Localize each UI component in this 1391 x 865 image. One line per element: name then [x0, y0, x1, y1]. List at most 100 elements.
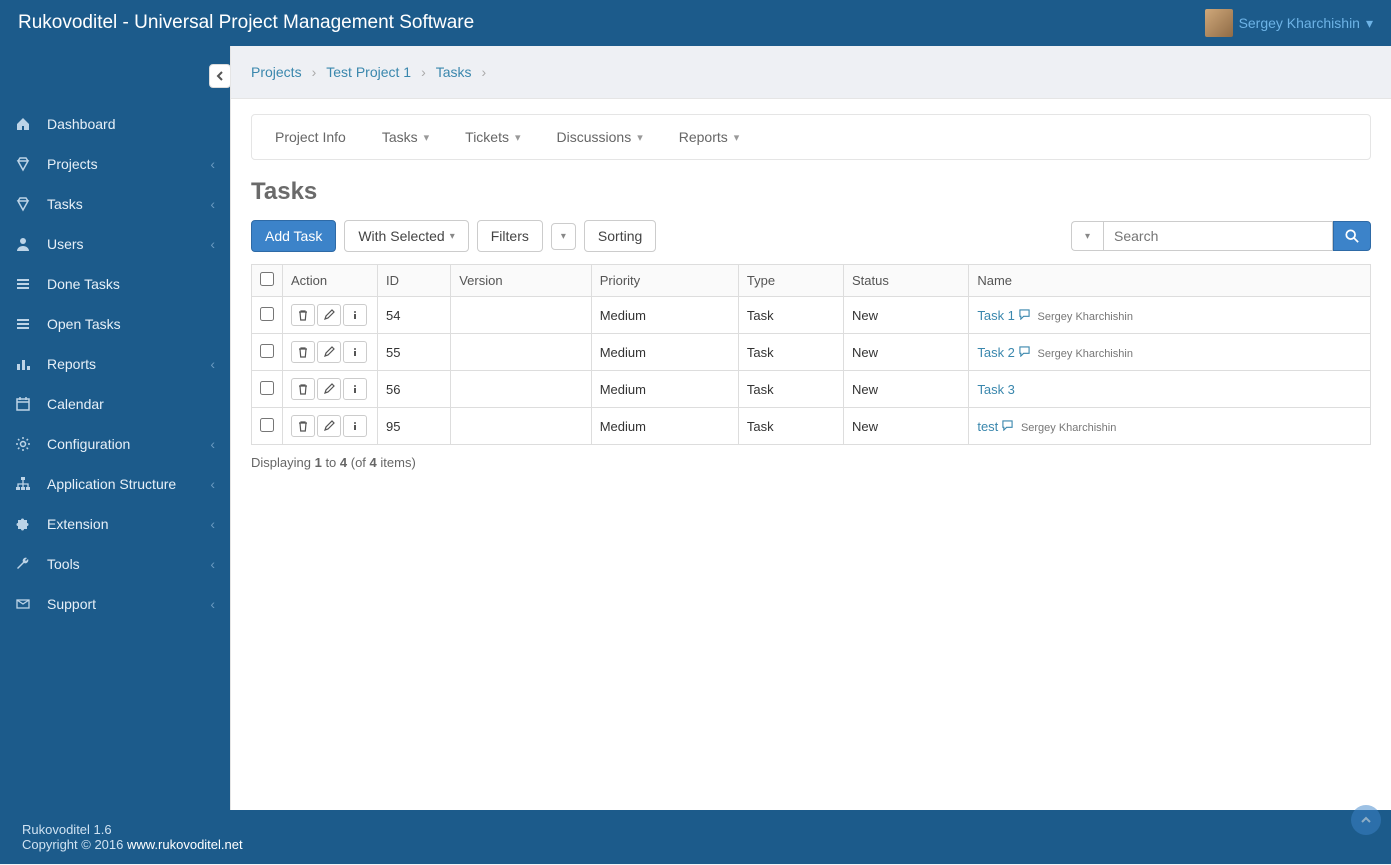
breadcrumb-link[interactable]: Projects: [251, 64, 302, 80]
table-row: 56MediumTaskNewTask 3: [252, 371, 1371, 408]
footer: Rukovoditel 1.6 Copyright © 2016 www.ruk…: [0, 810, 1391, 864]
scroll-top-button[interactable]: [1351, 805, 1381, 835]
table-row: 55MediumTaskNewTask 2 Sergey Kharchishin: [252, 334, 1371, 371]
column-header[interactable]: Type: [738, 265, 843, 297]
filters-dropdown-button[interactable]: ▾: [551, 223, 576, 250]
sidebar-item-dashboard[interactable]: Dashboard: [0, 104, 230, 144]
tab-project-info[interactable]: Project Info: [257, 115, 364, 159]
cell-type: Task: [738, 334, 843, 371]
sidebar-toggle[interactable]: [209, 64, 231, 88]
chevron-left-icon: [216, 71, 224, 81]
tab-tasks[interactable]: Tasks ▾: [364, 115, 447, 159]
info-button[interactable]: [343, 304, 367, 326]
cell-name: Task 1 Sergey Kharchishin: [969, 297, 1371, 334]
column-header[interactable]: Version: [451, 265, 591, 297]
filters-button[interactable]: Filters: [477, 220, 543, 252]
sidebar-item-done-tasks[interactable]: Done Tasks: [0, 264, 230, 304]
edit-button[interactable]: [317, 341, 341, 363]
calendar-icon: [15, 396, 37, 412]
search-button[interactable]: [1333, 221, 1371, 251]
row-checkbox[interactable]: [260, 344, 274, 358]
chevron-left-icon: ‹: [210, 236, 215, 252]
chevron-down-icon: ▾: [515, 131, 521, 144]
delete-button[interactable]: [291, 304, 315, 326]
cell-name: Task 3: [969, 371, 1371, 408]
task-link[interactable]: Task 3: [977, 382, 1015, 397]
sidebar-item-open-tasks[interactable]: Open Tasks: [0, 304, 230, 344]
user-name: Sergey Kharchishin: [1239, 15, 1360, 31]
chevron-left-icon: ‹: [210, 156, 215, 172]
comment-icon[interactable]: [1002, 420, 1013, 434]
sidebar-item-label: Open Tasks: [47, 316, 121, 332]
row-checkbox[interactable]: [260, 307, 274, 321]
sidebar-item-label: Tasks: [47, 196, 83, 212]
task-link[interactable]: test: [977, 419, 998, 434]
sidebar-item-tools[interactable]: Tools‹: [0, 544, 230, 584]
delete-button[interactable]: [291, 341, 315, 363]
breadcrumb-link[interactable]: Tasks: [436, 64, 472, 80]
chevron-down-icon: ▾: [734, 131, 740, 144]
search-scope-select[interactable]: ▾: [1071, 221, 1103, 251]
column-header[interactable]: Name: [969, 265, 1371, 297]
sidebar-item-extension[interactable]: Extension‹: [0, 504, 230, 544]
edit-button[interactable]: [317, 378, 341, 400]
delete-button[interactable]: [291, 378, 315, 400]
comment-icon[interactable]: [1019, 346, 1030, 360]
sidebar: DashboardProjects‹Tasks‹Users‹Done Tasks…: [0, 46, 230, 810]
select-all-checkbox[interactable]: [260, 272, 274, 286]
sorting-button[interactable]: Sorting: [584, 220, 656, 252]
edit-button[interactable]: [317, 415, 341, 437]
add-task-button[interactable]: Add Task: [251, 220, 336, 252]
sidebar-item-projects[interactable]: Projects ‹: [0, 144, 230, 184]
sidebar-item-tasks[interactable]: Tasks ‹: [0, 184, 230, 224]
edit-button[interactable]: [317, 304, 341, 326]
sidebar-item-support[interactable]: Support‹: [0, 584, 230, 624]
subtabs: Project InfoTasks ▾Tickets ▾Discussions …: [251, 114, 1371, 160]
author-name: Sergey Kharchishin: [1038, 311, 1133, 323]
search-input[interactable]: [1103, 221, 1333, 251]
breadcrumb-link[interactable]: Test Project 1: [326, 64, 411, 80]
sidebar-item-configuration[interactable]: Configuration‹: [0, 424, 230, 464]
sidebar-item-calendar[interactable]: Calendar: [0, 384, 230, 424]
task-link[interactable]: Task 2: [977, 345, 1015, 360]
home-icon: [15, 116, 37, 132]
row-checkbox[interactable]: [260, 418, 274, 432]
table-row: 95MediumTaskNewtest Sergey Kharchishin: [252, 408, 1371, 445]
cell-version: [451, 408, 591, 445]
column-header[interactable]: Priority: [591, 265, 738, 297]
comment-icon[interactable]: [1019, 309, 1030, 323]
info-button[interactable]: [343, 378, 367, 400]
chevron-right-icon: ›: [421, 64, 426, 80]
sidebar-item-users[interactable]: Users‹: [0, 224, 230, 264]
cell-name: test Sergey Kharchishin: [969, 408, 1371, 445]
chevron-left-icon: ‹: [210, 556, 215, 572]
chevron-down-icon: ▾: [1366, 15, 1373, 32]
chevron-left-icon: ‹: [210, 196, 215, 212]
tab-tickets[interactable]: Tickets ▾: [447, 115, 538, 159]
tab-discussions[interactable]: Discussions ▾: [539, 115, 661, 159]
info-button[interactable]: [343, 415, 367, 437]
task-link[interactable]: Task 1: [977, 308, 1015, 323]
cell-version: [451, 371, 591, 408]
column-header[interactable]: Status: [844, 265, 969, 297]
sidebar-item-reports[interactable]: Reports‹: [0, 344, 230, 384]
row-checkbox[interactable]: [260, 381, 274, 395]
tab-reports[interactable]: Reports ▾: [661, 115, 758, 159]
sidebar-item-application-structure[interactable]: Application Structure‹: [0, 464, 230, 504]
info-button[interactable]: [343, 341, 367, 363]
delete-button[interactable]: [291, 415, 315, 437]
product-version: Rukovoditel 1.6: [22, 822, 1369, 837]
bars-icon: [15, 356, 37, 372]
chevron-up-icon: [1360, 814, 1372, 826]
footer-link[interactable]: www.rukovoditel.net: [127, 837, 243, 852]
column-header[interactable]: ID: [378, 265, 451, 297]
puzzle-icon: [15, 516, 37, 532]
cell-status: New: [844, 371, 969, 408]
sidebar-item-label: Reports: [47, 356, 96, 372]
sidebar-item-label: Projects: [47, 156, 98, 172]
user-menu[interactable]: Sergey Kharchishin ▾: [1205, 9, 1373, 37]
displaying-info: Displaying 1 to 4 (of 4 items): [251, 455, 1371, 470]
diamond-icon: [15, 196, 37, 212]
with-selected-button[interactable]: With Selected ▾: [344, 220, 468, 252]
column-header[interactable]: Action: [283, 265, 378, 297]
